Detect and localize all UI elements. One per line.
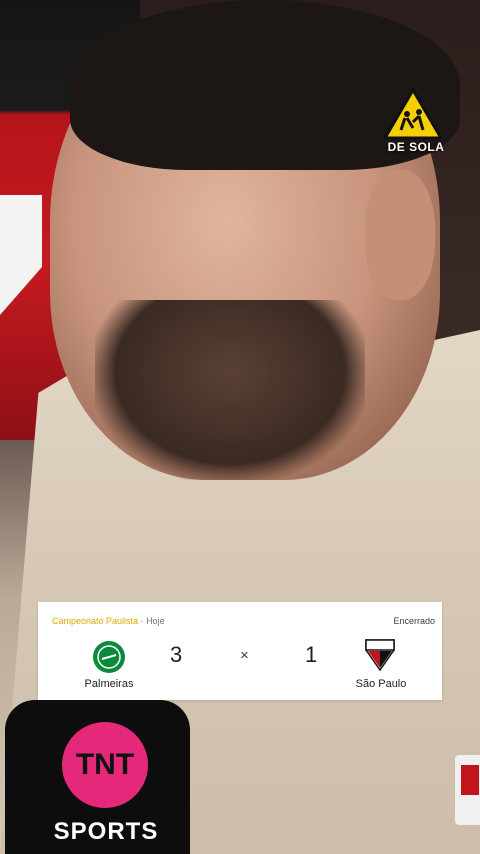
- club-patch: [455, 755, 480, 825]
- home-score: 3: [170, 642, 183, 667]
- league-line: Campeonato Paulista · Hoje: [52, 616, 165, 626]
- wall-sponsor-text: [0, 55, 70, 115]
- tnt-logo: TNT: [62, 722, 148, 808]
- wall-crest: [0, 195, 42, 315]
- video-frame: DE SOLA Campeonato Paulista · Hoje Encer…: [0, 0, 480, 854]
- de-sola-watermark: DE SOLA: [383, 88, 444, 158]
- tnt-sports-microphone: TNT SPORTS: [5, 700, 190, 854]
- watermark-text: DE SOLA: [387, 140, 445, 154]
- match-status: Encerrado: [393, 616, 435, 626]
- league-separator: ·: [138, 616, 147, 626]
- match-score-card[interactable]: Campeonato Paulista · Hoje Encerrado Pal…: [38, 602, 442, 700]
- speaker-ear: [365, 170, 435, 300]
- warning-sign-icon: [383, 88, 443, 140]
- match-date: Hoje: [146, 616, 165, 626]
- speaker-beard: [95, 300, 365, 480]
- away-team-name[interactable]: São Paulo: [336, 678, 426, 690]
- league-name[interactable]: Campeonato Paulista: [52, 616, 138, 626]
- palmeiras-crest-icon: [93, 641, 125, 673]
- away-score: 1: [305, 642, 318, 667]
- sports-logo-text: SPORTS: [53, 818, 159, 845]
- score-separator: ×: [240, 647, 249, 664]
- home-team-name[interactable]: Palmeiras: [64, 678, 154, 690]
- spfc-crest-icon: [365, 639, 395, 672]
